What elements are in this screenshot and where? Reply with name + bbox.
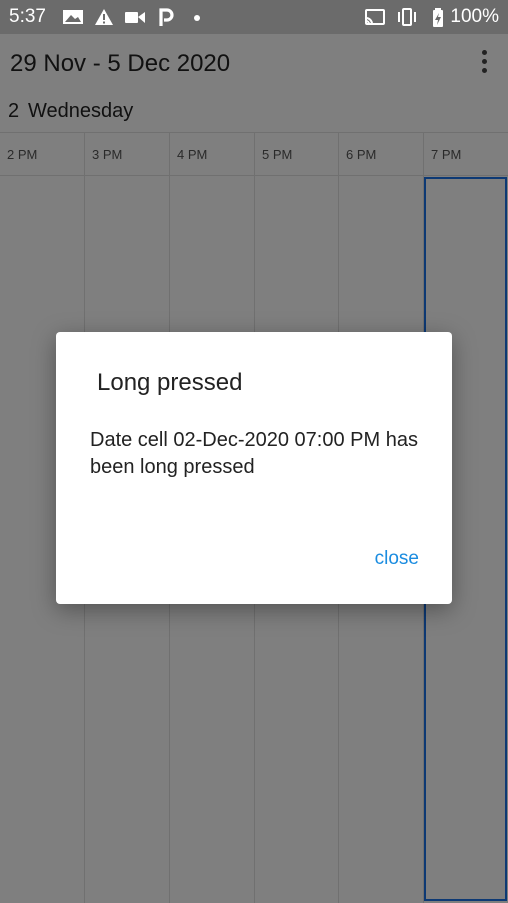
battery-icon [433,8,443,27]
dialog-message: Date cell 02-Dec-2020 07:00 PM has been … [90,429,418,478]
long-press-dialog: Long pressed Date cell 02-Dec-2020 07:00… [56,332,452,604]
video-icon [125,12,145,23]
status-time: 5:37 [9,6,46,27]
dot-icon [194,15,200,21]
status-bar: 5:37 100% [0,0,508,34]
alert-icon [95,9,113,25]
battery-percentage: 100% [450,6,499,27]
dialog-title: Long pressed [97,369,243,396]
vibrate-icon [398,8,416,26]
cast-icon [365,9,385,25]
close-button[interactable]: close [375,548,419,570]
parking-icon [159,8,174,26]
image-icon [63,10,83,24]
